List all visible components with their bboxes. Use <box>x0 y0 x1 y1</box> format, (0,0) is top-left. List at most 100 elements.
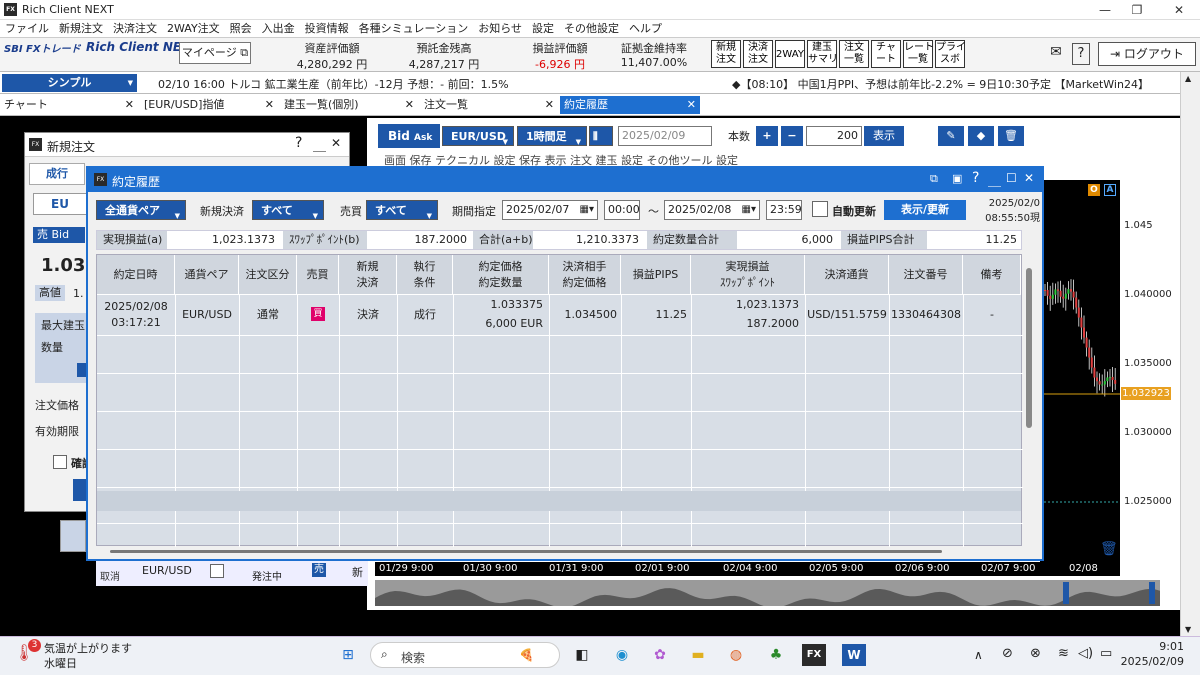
file-explorer-icon[interactable]: ▬ <box>686 644 710 666</box>
order-marker-icon[interactable]: O <box>1088 184 1100 196</box>
market-order-tab[interactable]: 成行 <box>29 163 85 185</box>
minimize-icon[interactable]: ＿ <box>313 135 326 154</box>
weekday-text[interactable]: 水曜日 <box>44 655 77 671</box>
col-header-counter-price[interactable]: 決済相手 約定価格 <box>549 255 621 295</box>
order-list-button[interactable]: 注文 一覧 <box>839 40 869 68</box>
table-row[interactable]: 2025/02/08 03:17:21 EUR/USD 通常 買 決済 成行 1.… <box>97 295 1021 335</box>
col-header-order-no[interactable]: 注文番号 <box>889 255 963 295</box>
tab-chart[interactable]: チャート ✕ <box>0 96 138 114</box>
auto-refresh-checkbox[interactable] <box>812 201 828 217</box>
logout-button[interactable]: ⇥ ログアウト <box>1098 42 1196 66</box>
col-header-exec-price[interactable]: 約定価格 約定数量 <box>453 255 549 295</box>
trash-icon[interactable]: 🗑 <box>998 126 1024 146</box>
col-header-realized-pnl[interactable]: 実現損益 ｽﾜｯﾌﾟﾎﾟｲﾝﾄ <box>691 255 805 295</box>
menu-help[interactable]: ヘルプ <box>624 20 667 38</box>
col-header-pips[interactable]: 損益PIPS <box>621 255 691 295</box>
maximize-icon[interactable]: ☐ <box>1006 171 1017 185</box>
fx-app-icon[interactable]: FX <box>802 644 826 666</box>
newclose-select[interactable]: すべて ▼ <box>252 200 324 220</box>
bid-rate[interactable]: 1.03 <box>41 255 85 276</box>
menu-notice[interactable]: お知らせ <box>473 20 527 38</box>
edge-icon[interactable]: ◉ <box>610 644 634 666</box>
clock-time[interactable]: 9:01 <box>1140 640 1184 653</box>
chart-timeframe-select[interactable]: 1時間足 ▼ <box>517 126 587 146</box>
from-date-input[interactable]: 2025/02/07 ▦▾ <box>502 200 598 220</box>
tab-close-icon[interactable]: ✕ <box>125 96 134 114</box>
close-order-button[interactable]: 決済 注文 <box>743 40 773 68</box>
battery-icon[interactable]: ▭ <box>1100 646 1112 661</box>
tab-close-icon[interactable]: ✕ <box>265 96 274 114</box>
chart-navigator[interactable] <box>375 580 1160 608</box>
col-header-side[interactable]: 売買 <box>297 255 339 295</box>
message-icon[interactable]: ✉ <box>1045 44 1067 64</box>
tab-order-list[interactable]: 注文一覧 ✕ <box>420 96 558 114</box>
clock-date[interactable]: 2025/02/09 <box>1120 655 1184 668</box>
scroll-down-icon[interactable]: ▼ <box>1185 625 1191 634</box>
rate-list-button[interactable]: レート 一覧 <box>903 40 934 68</box>
volume-icon[interactable]: ◁) <box>1078 646 1093 661</box>
mypage-button[interactable]: マイページ ⧉ <box>179 42 251 64</box>
chart-plot-area[interactable] <box>1040 180 1120 576</box>
menu-inquiry[interactable]: 照会 <box>225 20 257 38</box>
chart-pair-select[interactable]: EUR/USD ▼ <box>442 126 514 146</box>
col-header-datetime[interactable]: 約定日時 <box>97 255 175 295</box>
bars-input[interactable]: 200 <box>806 126 862 146</box>
tab-eurusd-limit[interactable]: [EUR/USD]指値 ✕ <box>140 96 278 114</box>
chart-button[interactable]: チャ ート <box>871 40 901 68</box>
weather-text[interactable]: 気温が上がります <box>44 640 132 656</box>
app-icon-green[interactable]: ♣ <box>764 644 788 666</box>
new-order-button[interactable]: 新規 注文 <box>711 40 741 68</box>
to-time-input[interactable]: 23:59 <box>766 200 802 220</box>
tab-close-icon[interactable]: ✕ <box>687 96 696 114</box>
menu-settings[interactable]: 設定 <box>527 20 559 38</box>
side-panel-button[interactable] <box>60 520 86 552</box>
2way-button[interactable]: 2WAY <box>775 40 805 68</box>
navigator-handle-left[interactable] <box>1063 582 1069 604</box>
menu-2way-order[interactable]: 2WAY注文 <box>162 20 225 38</box>
order-checkbox[interactable] <box>210 564 224 578</box>
position-summary-button[interactable]: 建玉 サマリ <box>807 40 838 68</box>
dialog-titlebar[interactable]: FX 約定履歴 ⧉ ▣ ? ＿ ☐ ✕ <box>88 168 1042 192</box>
window-tile-icon[interactable]: ⧉ <box>930 172 938 186</box>
task-view-icon[interactable]: ◧ <box>570 644 594 666</box>
chevron-up-icon[interactable]: ∧ <box>974 648 983 662</box>
news-ticker-right[interactable]: ◆【08:10】 中国1月PPI、予想は前年比-2.2% = 9日10:30予定… <box>732 76 1180 92</box>
tab-close-icon[interactable]: ✕ <box>545 96 554 114</box>
menu-close-order[interactable]: 決済注文 <box>108 20 162 38</box>
menu-new-order[interactable]: 新規注文 <box>54 20 108 38</box>
menu-info[interactable]: 投資情報 <box>300 20 354 38</box>
copilot-icon[interactable]: ✿ <box>648 644 672 666</box>
tab-execution-history[interactable]: 約定履歴 ✕ <box>560 96 700 114</box>
symbol-select[interactable]: EU <box>33 193 87 215</box>
col-header-condition[interactable]: 執行 条件 <box>397 255 453 295</box>
scroll-up-icon[interactable]: ▲ <box>1185 74 1191 83</box>
horizontal-scrollbar[interactable] <box>110 550 942 553</box>
col-header-order-type[interactable]: 注文区分 <box>239 255 297 295</box>
help-icon[interactable]: ? <box>1072 43 1090 65</box>
bid-ask-toggle[interactable]: Bid Ask <box>378 124 440 148</box>
price-board-button[interactable]: プライ スボ <box>935 40 966 68</box>
tab-positions[interactable]: 建玉一覧(個別) ✕ <box>280 96 418 114</box>
vpn-icon[interactable]: ⊘ <box>1002 646 1013 661</box>
wifi-icon[interactable]: ≋ <box>1058 646 1069 661</box>
minimize-button[interactable]: — <box>1090 2 1120 18</box>
news-ticker-left[interactable]: 02/10 16:00 トルコ 鉱工業生産（前年比）-12月 予想：- 前回：1… <box>158 76 509 92</box>
auto-scale-icon[interactable]: A <box>1104 184 1116 196</box>
col-header-newclose[interactable]: 新規 決済 <box>339 255 397 295</box>
menu-other-settings[interactable]: その他設定 <box>559 20 624 38</box>
calendar-icon[interactable]: ▦▾ <box>742 201 756 219</box>
close-button[interactable]: ✕ <box>1164 2 1194 18</box>
search-box[interactable]: ⌕ 検索 🍕 <box>370 642 560 668</box>
confirm-checkbox[interactable] <box>53 455 67 469</box>
zoom-in-button[interactable]: + <box>756 126 778 146</box>
word-icon[interactable]: W <box>842 644 866 666</box>
close-circle-icon[interactable]: ⊗ <box>1030 646 1041 661</box>
zoom-out-button[interactable]: − <box>781 126 803 146</box>
cancel-cell[interactable]: 取消 <box>100 568 120 583</box>
help-icon[interactable]: ? <box>972 170 979 186</box>
close-icon[interactable]: ✕ <box>331 136 341 150</box>
to-date-input[interactable]: 2025/02/08 ▦▾ <box>664 200 760 220</box>
side-select[interactable]: すべて ▼ <box>366 200 438 220</box>
close-icon[interactable]: ✕ <box>1024 171 1034 185</box>
table-scrollbar[interactable] <box>1026 268 1032 428</box>
